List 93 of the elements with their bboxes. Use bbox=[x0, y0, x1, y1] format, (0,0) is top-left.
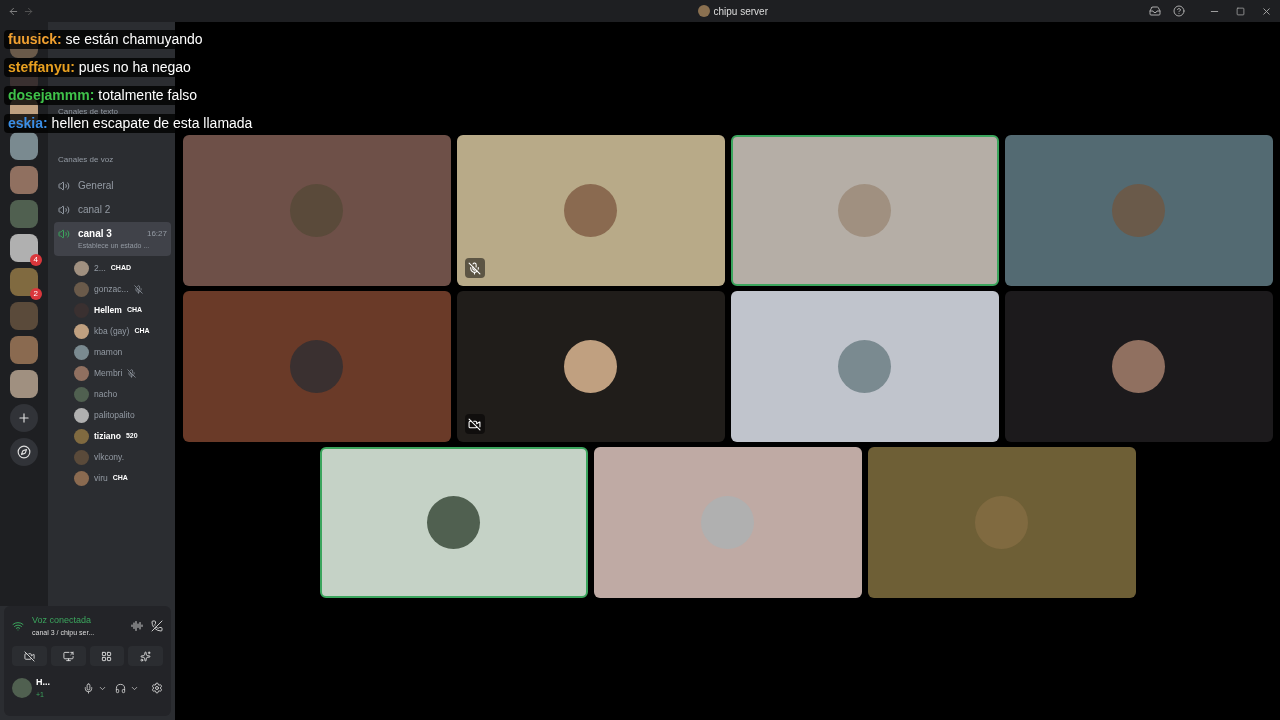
speaker-icon bbox=[58, 203, 70, 216]
notification-badge: 4 bbox=[29, 254, 42, 266]
window-title: chipu server bbox=[713, 4, 768, 19]
voice-channel[interactable]: General bbox=[54, 174, 171, 197]
channel-time: 16:27 bbox=[146, 227, 167, 240]
video-tile[interactable] bbox=[730, 135, 999, 286]
headphones-icon[interactable] bbox=[115, 682, 126, 694]
voice-member[interactable]: palitopalito bbox=[74, 407, 171, 424]
video-tile[interactable] bbox=[456, 291, 725, 442]
avatar bbox=[74, 345, 89, 360]
user-name: H... bbox=[36, 676, 50, 689]
voice-control-button[interactable] bbox=[128, 646, 163, 666]
member-name: palitopalito bbox=[94, 409, 135, 422]
camera-off-icon bbox=[464, 414, 485, 434]
avatar bbox=[74, 387, 89, 402]
member-name: nacho bbox=[94, 388, 118, 401]
close-icon[interactable] bbox=[1261, 5, 1272, 17]
channel-name: canal 2 bbox=[78, 203, 111, 217]
disconnect-icon[interactable] bbox=[151, 620, 163, 632]
maximize-icon[interactable] bbox=[1236, 6, 1245, 16]
grid-icon bbox=[101, 650, 113, 662]
noise-icon[interactable] bbox=[131, 620, 143, 632]
server-icon bbox=[697, 5, 710, 17]
camera-off-icon bbox=[23, 650, 35, 662]
channel-name: General bbox=[78, 179, 114, 193]
member-name: tiziano bbox=[94, 430, 121, 443]
category-header[interactable]: Canales de voz bbox=[58, 154, 171, 166]
member-name: Membri bbox=[94, 367, 123, 380]
server-button[interactable] bbox=[10, 132, 38, 160]
voice-member[interactable]: mamon bbox=[74, 344, 171, 361]
back-icon[interactable] bbox=[8, 5, 19, 17]
sparkles-icon bbox=[140, 650, 152, 662]
member-name: viru bbox=[94, 472, 108, 485]
avatar bbox=[564, 340, 617, 393]
voice-channel[interactable]: canal 2 bbox=[54, 198, 171, 221]
video-tile[interactable] bbox=[867, 447, 1136, 598]
notification-badge: 2 bbox=[29, 288, 42, 300]
video-tile[interactable] bbox=[1004, 135, 1273, 286]
video-tile[interactable] bbox=[182, 135, 451, 286]
explore-button[interactable] bbox=[10, 438, 38, 466]
avatar bbox=[74, 429, 89, 444]
add-server-button[interactable] bbox=[10, 404, 38, 432]
voice-control-button[interactable] bbox=[12, 646, 47, 666]
voice-member[interactable]: vlkcony. bbox=[74, 449, 171, 466]
server-button[interactable] bbox=[10, 166, 38, 194]
avatar bbox=[290, 340, 343, 393]
member-name: kba (gay) bbox=[94, 325, 130, 338]
voice-member[interactable]: Membri bbox=[74, 365, 171, 382]
avatar bbox=[564, 184, 617, 237]
screen-share-icon bbox=[62, 650, 74, 662]
muted-mic-icon bbox=[133, 285, 143, 294]
member-name: 2... bbox=[94, 262, 106, 275]
avatar bbox=[427, 496, 480, 549]
video-tile[interactable] bbox=[593, 447, 862, 598]
member-name: gonzac... bbox=[94, 283, 129, 296]
member-name: Hellem bbox=[94, 304, 122, 317]
avatar bbox=[12, 678, 32, 698]
video-tile[interactable] bbox=[319, 447, 588, 598]
plus-icon bbox=[17, 411, 31, 425]
video-tile[interactable] bbox=[1004, 291, 1273, 442]
video-tile[interactable] bbox=[730, 291, 999, 442]
connection-icon bbox=[12, 620, 24, 632]
channel-name: canal 3 bbox=[78, 227, 112, 241]
avatar bbox=[74, 282, 89, 297]
avatar bbox=[74, 261, 89, 276]
voice-member[interactable]: nacho bbox=[74, 386, 171, 403]
voice-control-button[interactable] bbox=[50, 646, 86, 666]
voice-control-button[interactable] bbox=[89, 646, 125, 666]
server-button[interactable] bbox=[10, 370, 38, 398]
avatar bbox=[1112, 184, 1165, 237]
avatar bbox=[838, 184, 891, 237]
settings-icon[interactable] bbox=[151, 682, 163, 694]
compass-icon bbox=[17, 445, 31, 459]
member-name: mamon bbox=[94, 346, 123, 359]
avatar bbox=[74, 366, 89, 381]
speaker-icon bbox=[58, 227, 70, 240]
avatar bbox=[838, 340, 891, 393]
inbox-icon[interactable] bbox=[1149, 5, 1161, 17]
member-name: vlkcony. bbox=[94, 451, 125, 464]
voice-member[interactable]: gonzac... bbox=[74, 281, 171, 298]
muted-mic-icon bbox=[464, 258, 485, 278]
avatar bbox=[74, 450, 89, 465]
avatar bbox=[74, 408, 89, 423]
muted-mic-icon bbox=[127, 369, 137, 378]
avatar bbox=[1112, 340, 1165, 393]
video-tile[interactable] bbox=[182, 291, 451, 442]
voice-status: Voz conectada bbox=[32, 614, 93, 627]
microphone-icon[interactable] bbox=[83, 682, 94, 694]
avatar bbox=[74, 471, 89, 486]
avatar bbox=[74, 324, 89, 339]
help-icon[interactable] bbox=[1173, 5, 1185, 17]
speaker-icon bbox=[58, 179, 70, 192]
video-tile[interactable] bbox=[456, 135, 725, 286]
